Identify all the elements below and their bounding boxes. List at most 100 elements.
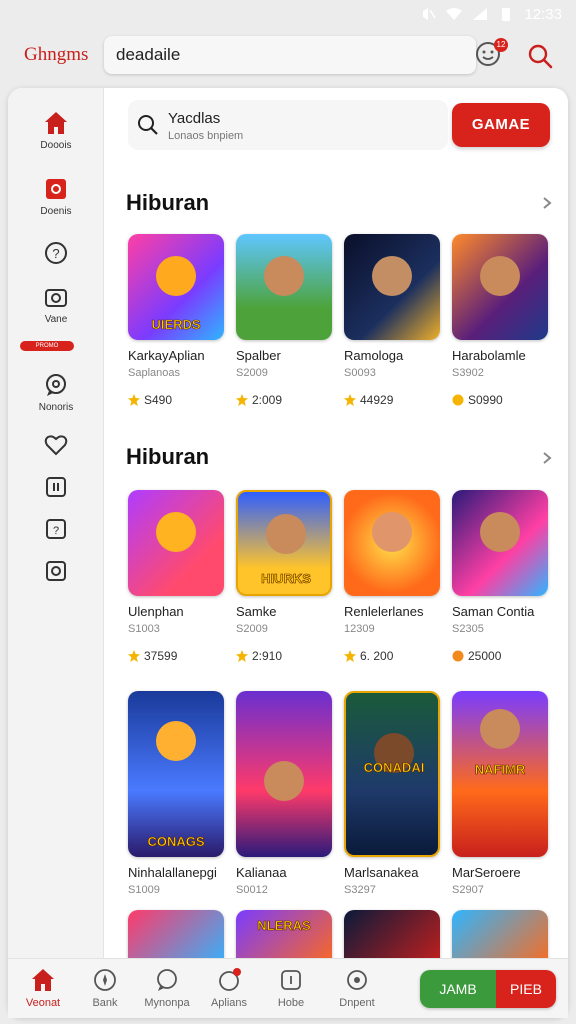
notification-badge: 12 [494, 38, 508, 52]
star-icon [128, 650, 140, 662]
game-thumbnail [344, 234, 440, 340]
game-subtitle: 12309 [344, 623, 375, 635]
game-title: Renlelerlanes [344, 604, 424, 619]
game-tile[interactable]: NAFIMR MarSeroere S2907 [452, 691, 548, 896]
game-tile[interactable]: Saman Contia S2305 25000 [452, 490, 548, 663]
game-banner: NLERAS [257, 918, 311, 934]
game-subtitle: S2907 [452, 884, 484, 896]
game-tile[interactable]: UIERDS KarkayAplian Saplanoas S490 [128, 234, 224, 407]
game-title: Ramologa [344, 348, 404, 363]
apps-icon [219, 968, 241, 991]
game-title: Spalber [236, 348, 281, 363]
sidebar-item-video[interactable]: Doenis [8, 176, 104, 217]
bottom-nav: Veonat Bank Mynonpa Aplians Hobe Dnpent … [8, 958, 568, 1018]
game-button[interactable]: GAMAE [452, 103, 550, 147]
heart-bubble-icon [44, 435, 68, 456]
game-title: Harabolamle [452, 348, 526, 363]
game-subtitle: S0012 [236, 884, 268, 896]
game-subtitle: S2009 [236, 623, 268, 635]
game-rating: 44929 [344, 393, 440, 407]
chevron-right-icon[interactable] [540, 451, 554, 465]
coin-icon [452, 394, 464, 406]
nav-item-hobe[interactable]: Hobe [260, 967, 322, 1009]
game-thumbnail: NAFIMR [452, 691, 548, 857]
nav-item-chat[interactable]: Mynonpa [136, 967, 198, 1009]
game-tile[interactable]: Harabolamle S3902 S0990 [452, 234, 548, 407]
game-subtitle: S3902 [452, 367, 484, 379]
nav-label: Mynonpa [144, 997, 190, 1009]
sidebar-item-label: Dooois [40, 140, 72, 151]
search-button[interactable] [526, 42, 554, 70]
game-tile[interactable]: Spalber S2009 2:009 [236, 234, 332, 407]
record-icon [46, 561, 66, 581]
sidebar-item-favorites[interactable] [8, 432, 104, 458]
nav-item-home[interactable]: Veonat [12, 967, 74, 1009]
game-tile[interactable]: CONAGS Ninhalallanepgi S1009 [128, 691, 224, 896]
game-banner: CONADAI [363, 760, 425, 776]
game-title: Marlsanakea [344, 865, 419, 880]
sidebar-item-chat[interactable]: Nonoris [8, 372, 104, 413]
game-tile[interactable]: Ramologa S0093 44929 [344, 234, 440, 407]
game-tile[interactable]: Kalianaa S0012 [236, 691, 332, 896]
sidebar-item-pause[interactable] [8, 474, 104, 500]
promo-pill[interactable]: PROMO [20, 341, 74, 351]
game-rating: 25000 [452, 649, 548, 663]
status-time: 12:33 [524, 5, 562, 23]
sidebar-item-record[interactable] [8, 558, 104, 584]
notification-button[interactable]: 12 [474, 38, 508, 68]
settings-icon [347, 970, 367, 990]
action-pill[interactable]: JAMB PIEB [420, 970, 556, 1008]
chevron-right-icon[interactable] [540, 196, 554, 210]
sidebar: Dooois Doenis ? Vane PROMO Nonoris ? [8, 88, 104, 958]
game-title: Ninhalallanepgi [128, 865, 217, 880]
mute-icon [423, 8, 437, 20]
pill-right-button[interactable]: PIEB [496, 970, 556, 1008]
game-tile[interactable]: CONADAI Marlsanakea S3297 [344, 691, 440, 896]
game-tile[interactable]: Renlelerlanes 12309 6. 200 [344, 490, 440, 663]
sidebar-item-question[interactable]: ? [8, 516, 104, 542]
section-title: Hiburan [126, 444, 210, 469]
star-icon [344, 394, 356, 406]
game-thumbnail [344, 490, 440, 596]
nav-label: Bank [92, 997, 118, 1009]
nav-item-bank[interactable]: Bank [74, 967, 136, 1009]
game-title: KarkayAplian [128, 348, 205, 363]
game-title: Samke [236, 604, 277, 619]
pill-left-button[interactable]: JAMB [420, 970, 496, 1008]
camera-icon [45, 289, 67, 307]
nav-label: Dnpent [339, 997, 375, 1009]
sidebar-item-help[interactable]: ? [8, 240, 104, 266]
game-rating: 37599 [128, 649, 224, 663]
box-icon [281, 970, 301, 990]
nav-item-apps[interactable]: Aplians [198, 967, 260, 1009]
wifi-icon [446, 8, 463, 20]
sidebar-item-label: Doenis [40, 206, 72, 217]
nav-item-settings[interactable]: Dnpent [326, 967, 388, 1009]
content-search-box[interactable]: Yacdlas Lonaos bnpiem [128, 100, 448, 150]
svg-text:?: ? [53, 525, 59, 537]
game-tile[interactable]: Ulenphan S1003 37599 [128, 490, 224, 663]
sidebar-item-camera[interactable]: Vane [8, 284, 104, 325]
status-bar: 12:33 [0, 0, 576, 28]
game-subtitle: S2009 [236, 367, 268, 379]
game-thumbnail [452, 490, 548, 596]
nav-label: Veonat [25, 997, 61, 1009]
star-icon [344, 650, 356, 662]
search-icon [138, 115, 158, 135]
game-tile[interactable]: HIURKS Samke S2009 2:910 [236, 490, 332, 663]
game-subtitle: S0093 [344, 367, 376, 379]
video-icon [46, 179, 66, 199]
search-input[interactable]: deadaile [104, 36, 476, 74]
game-thumbnail [236, 234, 332, 340]
nav-label: Hobe [277, 997, 305, 1009]
brand-logo[interactable]: Ghngms [24, 44, 88, 66]
sidebar-item-home[interactable]: Dooois [8, 110, 104, 151]
pause-icon [46, 477, 66, 497]
game-subtitle: S3297 [344, 884, 376, 896]
star-icon [236, 394, 248, 406]
signal-icon [473, 8, 488, 20]
game-subtitle: S1003 [128, 623, 160, 635]
sidebar-item-label: Nonoris [38, 402, 74, 413]
game-rating: 2:009 [236, 393, 332, 407]
game-thumbnail [236, 691, 332, 857]
